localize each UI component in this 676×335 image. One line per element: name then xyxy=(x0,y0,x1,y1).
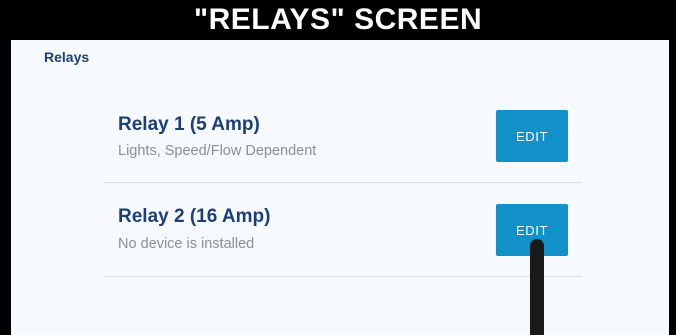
relay-name: Relay 2 (16 Amp) xyxy=(118,206,271,227)
caption-bar: "RELAYS" SCREEN xyxy=(0,0,676,40)
edit-relay-1-button[interactable]: EDIT xyxy=(496,110,568,162)
relay-description: No device is installed xyxy=(118,236,255,252)
relay-description: Lights, Speed/Flow Dependent xyxy=(118,143,317,159)
breadcrumb[interactable]: Relays xyxy=(44,49,89,65)
relay-row-2: Relay 2 (16 Amp) No device is installed … xyxy=(104,182,582,277)
relays-screen: Relays Relay 1 (5 Amp) Lights, Speed/Flo… xyxy=(11,40,669,335)
caption-title: "RELAYS" SCREEN xyxy=(193,3,483,36)
callout-pointer-line xyxy=(530,239,544,335)
relay-name: Relay 1 (5 Amp) xyxy=(118,114,260,135)
relay-row-1: Relay 1 (5 Amp) Lights, Speed/Flow Depen… xyxy=(104,88,582,183)
annotated-screenshot: "RELAYS" SCREEN Relays Relay 1 (5 Amp) L… xyxy=(0,0,676,335)
